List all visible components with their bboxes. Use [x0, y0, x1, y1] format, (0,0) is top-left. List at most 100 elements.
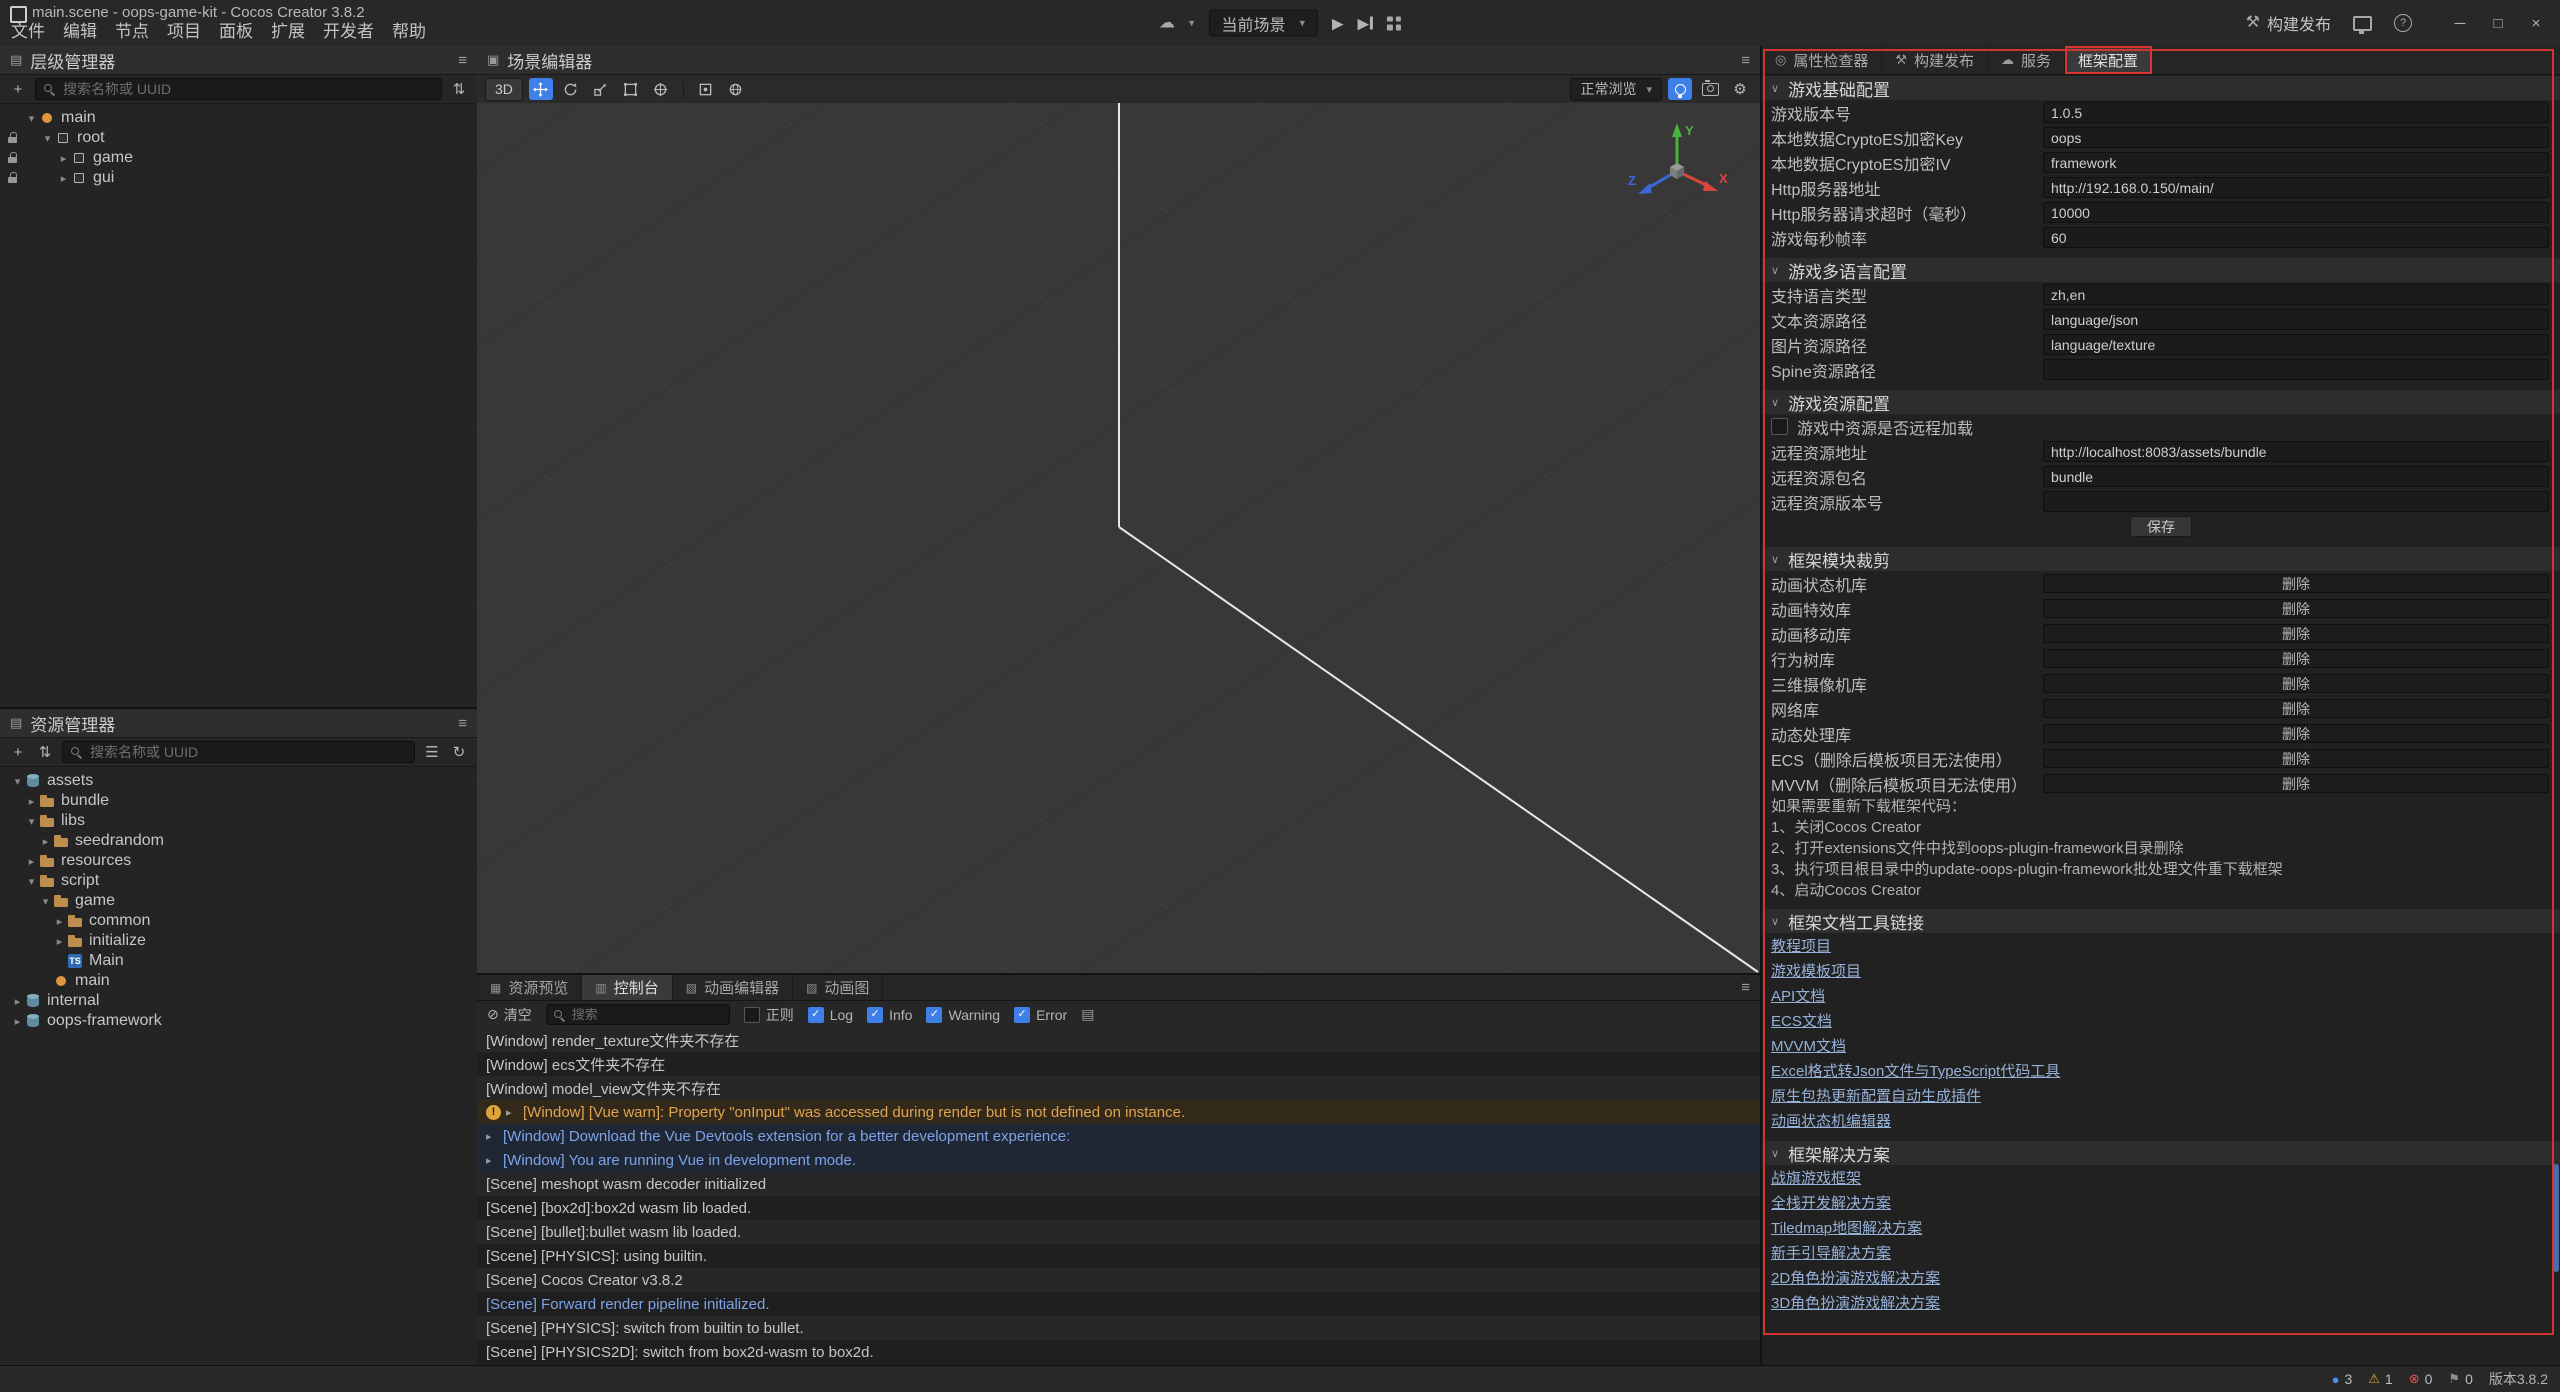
status-counter[interactable]: 0 — [2409, 1371, 2433, 1387]
log-filter[interactable]: Warning — [926, 1007, 1000, 1023]
inspector-tab[interactable]: 属性检查器 — [1762, 46, 1882, 74]
section-header-docs[interactable]: 框架文档工具链接 — [1762, 909, 2560, 933]
menu-item[interactable]: 项目 — [158, 14, 210, 45]
preview-platform-icon[interactable]: ☁ — [1159, 15, 1175, 31]
remote-load-checkbox[interactable] — [1771, 418, 1788, 435]
scrollbar[interactable] — [2552, 102, 2560, 1366]
doc-link[interactable]: Excel格式转Json文件与TypeScript代码工具 — [1771, 1060, 2060, 1081]
log-filter[interactable]: 正则 — [744, 1005, 794, 1025]
expand-arrow-icon[interactable] — [24, 795, 39, 808]
menu-item[interactable]: 开发者 — [314, 14, 383, 45]
asset-node[interactable]: resources — [0, 851, 477, 871]
refresh-icon[interactable]: ↻ — [449, 742, 469, 762]
log-row[interactable]: [Window] model_view文件夹不存在 — [477, 1076, 1760, 1100]
status-counter[interactable]: 0 — [2448, 1371, 2472, 1387]
doc-link[interactable]: API文档 — [1771, 985, 1825, 1006]
console-tab[interactable]: 动画编辑器 — [673, 975, 793, 1000]
mode-3d-button[interactable]: 3D — [485, 78, 523, 101]
delete-module-button[interactable]: 删除 — [2043, 624, 2549, 643]
lock-icon[interactable] — [7, 132, 18, 143]
expand-arrow-icon[interactable] — [38, 895, 53, 908]
export-log-icon[interactable]: ▤ — [1081, 1006, 1094, 1023]
field-input[interactable] — [2043, 127, 2549, 148]
delete-module-button[interactable]: 删除 — [2043, 774, 2549, 793]
checkbox[interactable] — [867, 1007, 883, 1023]
log-row[interactable]: [Scene] [PHYSICS]: using builtin. — [477, 1244, 1760, 1268]
scrollbar-thumb[interactable] — [2553, 1164, 2559, 1272]
expand-arrow-icon[interactable] — [56, 152, 71, 165]
log-row[interactable]: [Window] [Vue warn]: Property "onInput" … — [477, 1100, 1760, 1124]
delete-module-button[interactable]: 删除 — [2043, 749, 2549, 768]
asset-node[interactable]: main — [0, 971, 477, 991]
field-input[interactable] — [2043, 102, 2549, 123]
menu-item[interactable]: 文件 — [2, 14, 54, 45]
field-input[interactable] — [2043, 284, 2549, 305]
scene-settings-button[interactable]: ⚙ — [1728, 78, 1752, 100]
expand-arrow-icon[interactable] — [24, 855, 39, 868]
add-asset-button[interactable]: + — [8, 742, 28, 762]
solution-link[interactable]: 全栈开发解决方案 — [1771, 1192, 1891, 1213]
inspector-tab[interactable]: 框架配置 — [2065, 46, 2152, 74]
expand-arrow-icon[interactable] — [506, 1106, 523, 1119]
panel-menu-icon[interactable]: ≡ — [1741, 52, 1750, 69]
play-button[interactable]: ▶ — [1332, 14, 1344, 32]
log-row[interactable]: [Scene] Cocos Creator v3.8.2 — [477, 1268, 1760, 1292]
log-row[interactable]: [Scene] [box2d]:box2d wasm lib loaded. — [477, 1196, 1760, 1220]
hierarchy-node[interactable]: main — [0, 108, 477, 128]
field-input[interactable] — [2043, 227, 2549, 248]
console-tab[interactable]: 控制台 — [582, 975, 672, 1000]
hierarchy-node[interactable]: game — [0, 148, 477, 168]
field-input[interactable] — [2043, 359, 2549, 380]
sort-icon[interactable]: ⇅ — [449, 79, 469, 99]
asset-node[interactable]: script — [0, 871, 477, 891]
dashboard-icon[interactable] — [1387, 16, 1401, 30]
asset-node[interactable]: assets — [0, 771, 477, 791]
expand-arrow-icon[interactable] — [40, 132, 55, 145]
delete-module-button[interactable]: 删除 — [2043, 699, 2549, 718]
scene-viewport[interactable]: Y X Z — [477, 103, 1760, 973]
log-row[interactable]: [Window] render_texture文件夹不存在 — [477, 1028, 1760, 1052]
panel-menu-icon[interactable]: ≡ — [458, 715, 467, 732]
clear-console-button[interactable]: ⊘ 清空 — [487, 1005, 532, 1025]
log-row[interactable]: [Scene] meshopt wasm decoder initialized — [477, 1172, 1760, 1196]
log-row[interactable]: [Scene] [PHYSICS]: switch from builtin t… — [477, 1316, 1760, 1340]
delete-module-button[interactable]: 删除 — [2043, 649, 2549, 668]
chevron-down-icon[interactable]: ▾ — [1189, 17, 1195, 30]
section-header-basic[interactable]: 游戏基础配置 — [1762, 76, 2560, 100]
menu-item[interactable]: 帮助 — [383, 14, 435, 45]
menu-item[interactable]: 扩展 — [262, 14, 314, 45]
pivot-toggle-button[interactable] — [694, 78, 718, 100]
delete-module-button[interactable]: 删除 — [2043, 574, 2549, 593]
field-input[interactable] — [2043, 491, 2549, 512]
minimize-button[interactable]: ─ — [2444, 8, 2476, 38]
checkbox[interactable] — [808, 1007, 824, 1023]
add-node-button[interactable]: + — [8, 79, 28, 99]
asset-node[interactable]: oops-framework — [0, 1011, 477, 1031]
help-icon[interactable]: ? — [2394, 14, 2412, 32]
log-row[interactable]: [Window] You are running Vue in developm… — [477, 1148, 1760, 1172]
lock-icon[interactable] — [7, 172, 18, 183]
checkbox[interactable] — [1014, 1007, 1030, 1023]
hierarchy-search-input[interactable] — [61, 80, 434, 98]
solution-link[interactable]: 战旗游戏框架 — [1771, 1167, 1861, 1188]
rect-tool-button[interactable] — [619, 78, 643, 100]
log-filter[interactable]: Error — [1014, 1007, 1067, 1023]
log-row[interactable]: [Window] ecs文件夹不存在 — [477, 1052, 1760, 1076]
menu-item[interactable]: 编辑 — [54, 14, 106, 45]
log-filter[interactable]: Info — [867, 1007, 912, 1023]
field-input[interactable] — [2043, 152, 2549, 173]
move-tool-button[interactable] — [529, 78, 553, 100]
expand-arrow-icon[interactable] — [486, 1130, 503, 1143]
log-filter[interactable]: Log — [808, 1007, 853, 1023]
expand-arrow-icon[interactable] — [52, 935, 67, 948]
asset-node[interactable]: Main — [0, 951, 477, 971]
solution-link[interactable]: 新手引导解决方案 — [1771, 1242, 1891, 1263]
expand-arrow-icon[interactable] — [56, 172, 71, 185]
status-counter[interactable]: 1 — [2368, 1371, 2392, 1387]
preview-window-icon[interactable] — [2353, 16, 2372, 31]
scene-select-dropdown[interactable]: 当前场景 ▾ — [1208, 10, 1318, 37]
view-mode-dropdown[interactable]: 正常浏览 ▾ — [1570, 78, 1662, 101]
filter-icon[interactable]: ☰ — [422, 742, 442, 762]
menu-item[interactable]: 面板 — [210, 14, 262, 45]
section-header-solutions[interactable]: 框架解决方案 — [1762, 1141, 2560, 1165]
